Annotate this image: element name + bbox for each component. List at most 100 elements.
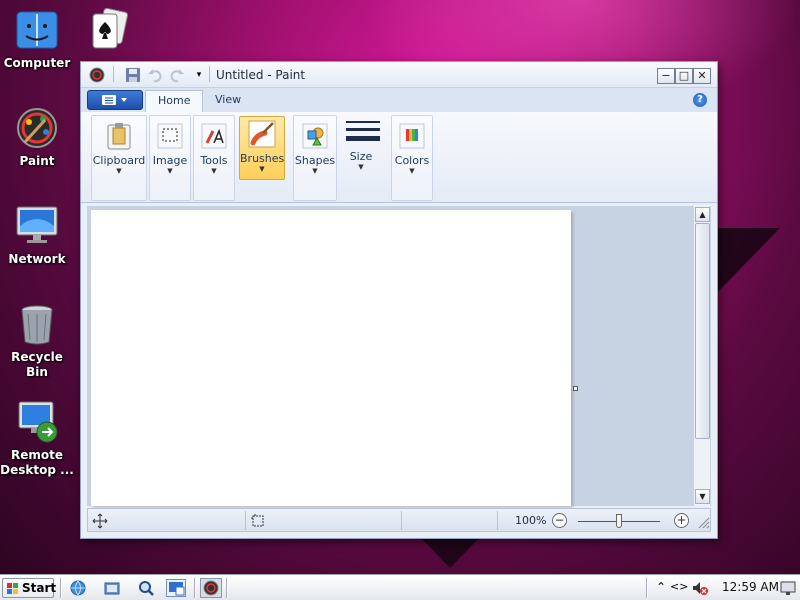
selection-icon (251, 514, 264, 527)
taskbar-separator (60, 578, 62, 598)
colors-icon (397, 121, 427, 151)
file-explorer-icon[interactable] (104, 580, 122, 596)
computer-icon (15, 8, 59, 52)
paint-icon (15, 106, 59, 150)
desktop-icon-label: Network (8, 252, 66, 266)
tools-label: Tools (200, 154, 228, 167)
taskbar-separator (226, 578, 228, 598)
brushes-button[interactable]: Brushes ▼ (239, 116, 285, 180)
ribbon-group-colors: Colors ▼ (391, 115, 433, 201)
scroll-up-button[interactable]: ▲ (695, 207, 710, 222)
browser-icon[interactable] (70, 580, 88, 596)
ribbon-tab-row: Home View ? (81, 88, 717, 112)
tray-separator (646, 578, 648, 598)
chevron-down-icon: ▼ (167, 167, 173, 175)
ribbon: Clipboard ▼ Image ▼ Tools ▼ Brushes ▼ Sh… (81, 112, 717, 203)
show-desktop-icon[interactable] (166, 579, 186, 597)
zoom-out-button[interactable]: − (552, 513, 567, 528)
quick-access-separator (113, 66, 115, 82)
tray-monitor-icon[interactable] (780, 580, 798, 596)
taskbar-clock: 12:59 AM (722, 580, 779, 594)
tray-expand-icon[interactable]: ⌃ (652, 580, 670, 596)
taskbar-paint-button[interactable] (200, 578, 222, 598)
window-title: Untitled - Paint (216, 68, 306, 82)
drawing-canvas[interactable] (91, 210, 571, 506)
vertical-scrollbar[interactable]: ▲ ▼ (693, 206, 710, 506)
clipboard-label: Clipboard (92, 154, 146, 167)
canvas-workspace[interactable] (87, 206, 711, 506)
desktop-icon-label: Computer (3, 56, 71, 70)
line-size-icon (346, 117, 380, 147)
zoom-in-button[interactable]: + (674, 513, 689, 528)
desktop-icon-computer[interactable]: Computer (0, 8, 74, 71)
tools-button[interactable]: Tools ▼ (194, 119, 234, 183)
chevron-down-icon: ▼ (116, 167, 122, 175)
network-icon (15, 204, 59, 248)
chevron-down-icon: ▼ (409, 167, 415, 175)
chevron-down-icon: ▼ (211, 167, 217, 175)
remote-desktop-icon (15, 400, 59, 444)
image-button[interactable]: Image ▼ (150, 119, 190, 183)
shapes-icon (300, 121, 330, 151)
resize-grip-icon[interactable] (698, 517, 710, 529)
image-size-cell (402, 511, 498, 530)
taskbar: Start ⌃ <> 12:59 AM (0, 574, 800, 600)
desktop-icon-label: Recycle Bin (11, 350, 63, 379)
volume-muted-icon[interactable] (692, 580, 710, 596)
redo-icon[interactable] (169, 67, 185, 83)
tab-view[interactable]: View (203, 90, 253, 112)
selection-size-cell (246, 511, 402, 530)
quick-access-dropdown-icon[interactable]: ▾ (191, 67, 207, 83)
paint-app-icon[interactable] (89, 67, 105, 83)
shapes-label: Shapes (294, 154, 336, 167)
size-button[interactable]: Size ▼ (339, 115, 383, 179)
desktop-icon-network[interactable]: Network (0, 204, 74, 267)
status-bar: 100% − + (87, 508, 711, 532)
brush-icon (247, 119, 277, 149)
image-label: Image (152, 154, 188, 167)
tab-home[interactable]: Home (145, 90, 204, 112)
windows-logo-icon (7, 583, 18, 594)
scrollbar-thumb[interactable] (695, 223, 710, 439)
start-button[interactable]: Start (2, 578, 57, 598)
paint-window: ▾ Untitled - Paint − □ ✕ Home View ? Cli… (80, 61, 718, 539)
colors-label: Colors (394, 154, 430, 167)
desktop-icon-solitaire[interactable] (70, 7, 144, 56)
desktop-icon-recycle-bin[interactable]: Recycle Bin (0, 302, 74, 380)
zoom-slider-thumb[interactable] (616, 514, 622, 528)
network-status-icon[interactable]: <> (670, 580, 688, 596)
desktop-icon-label: Paint (19, 154, 55, 168)
undo-icon[interactable] (147, 67, 163, 83)
solitaire-icon (85, 7, 129, 52)
clipboard-button[interactable]: Clipboard ▼ (92, 119, 146, 183)
help-icon[interactable]: ? (693, 93, 707, 107)
desktop-icon-paint[interactable]: Paint (0, 106, 74, 169)
canvas-resize-handle[interactable] (573, 386, 578, 391)
minimize-button[interactable]: − (657, 68, 675, 84)
zoom-level: 100% (515, 514, 547, 527)
search-icon[interactable] (138, 580, 156, 596)
ribbon-group-clipboard: Clipboard ▼ (91, 115, 147, 201)
title-bar[interactable]: ▾ Untitled - Paint − □ ✕ (81, 62, 717, 88)
shapes-button[interactable]: Shapes ▼ (294, 119, 336, 183)
recycle-bin-icon (15, 302, 59, 346)
cursor-position-cell (88, 511, 246, 530)
size-label: Size (349, 150, 373, 163)
chevron-down-icon: ▼ (312, 167, 318, 175)
ribbon-group-shapes: Shapes ▼ (293, 115, 337, 201)
save-icon[interactable] (125, 67, 141, 83)
maximize-button[interactable]: □ (675, 68, 693, 84)
brushes-label: Brushes (240, 152, 285, 165)
colors-button[interactable]: Colors ▼ (392, 119, 432, 183)
image-select-icon (155, 121, 185, 151)
desktop-icon-remote-desktop[interactable]: Remote Desktop ... (0, 400, 74, 478)
title-separator (209, 66, 211, 82)
paint-menu-button[interactable] (87, 90, 143, 110)
scroll-down-button[interactable]: ▼ (695, 489, 710, 504)
ribbon-group-tools: Tools ▼ (193, 115, 235, 201)
close-button[interactable]: ✕ (693, 68, 711, 84)
move-cursor-icon (92, 513, 108, 529)
taskbar-separator (194, 578, 196, 598)
clipboard-icon (104, 121, 134, 151)
start-label: Start (22, 581, 57, 595)
